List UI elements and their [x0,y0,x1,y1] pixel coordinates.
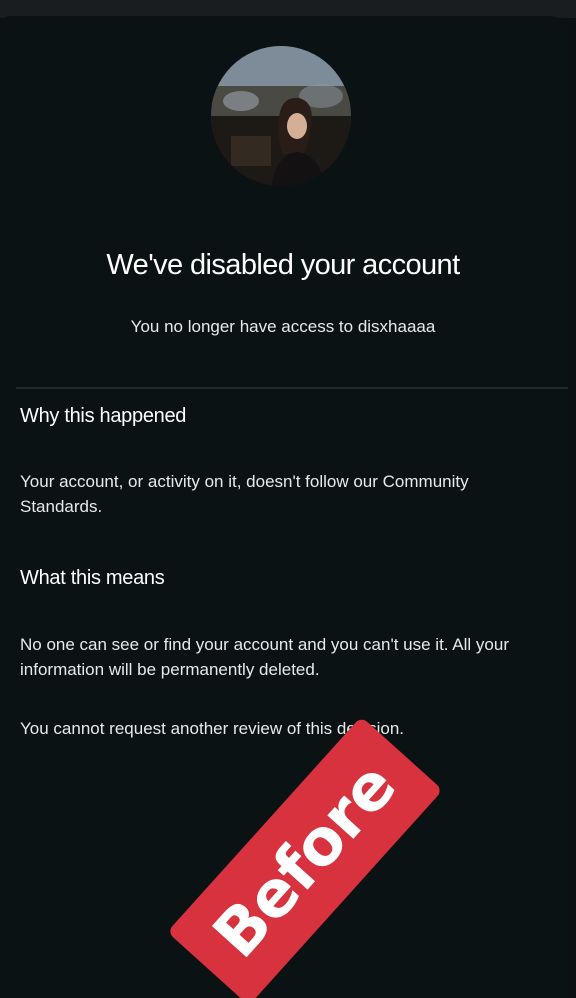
review-paragraph: You cannot request another review of thi… [20,719,405,738]
why-paragraph: Your account, or activity on it, doesn't… [20,472,469,516]
section-divider [16,387,568,389]
what-paragraph: No one can see or find your account and … [20,635,509,679]
avatar-photo [211,46,351,186]
what-heading: What this means [20,567,165,589]
why-heading: Why this happened [20,405,187,427]
screen: We've disabled your account You no longe… [0,0,576,998]
profile-avatar [211,46,351,186]
page-subtitle: You no longer have access to disxhaaaa [130,317,436,336]
page-title: We've disabled your account [106,249,460,281]
